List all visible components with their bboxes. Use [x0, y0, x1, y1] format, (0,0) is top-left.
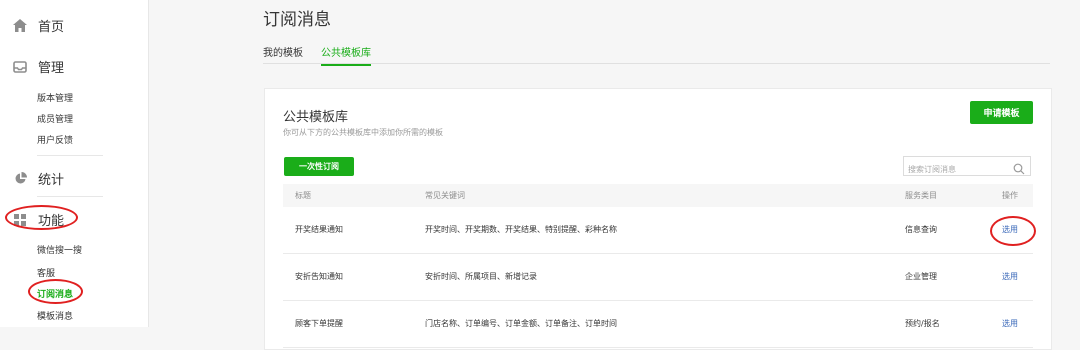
search-box[interactable] — [903, 156, 1031, 179]
header-title: 标题 — [295, 191, 311, 200]
row-keywords: 门店名称、订单编号、订单金额、订单备注、订单时间 — [425, 319, 617, 328]
nav-stats-label: 统计 — [38, 173, 65, 188]
row-title: 安折告知通知 — [295, 272, 343, 281]
annotation-circle-select — [990, 216, 1036, 246]
nav-manage-label: 管理 — [38, 61, 65, 76]
sidebar-divider — [37, 196, 103, 197]
library-card: 公共模板库 你可从下方的公共模板库中添加你所需的模板 申请模板 一次性订阅 标题… — [264, 88, 1052, 350]
pie-chart-icon — [12, 171, 28, 187]
sidebar-item-wechat-search[interactable]: 微信搜一搜 — [37, 243, 82, 256]
select-link[interactable]: 选用 — [1002, 301, 1018, 347]
row-keywords: 开奖时间、开奖期数、开奖结果、特别提醒、彩种名称 — [425, 225, 617, 234]
sidebar-item-feedback[interactable]: 用户反馈 — [37, 133, 73, 146]
row-category: 预约/报名 — [905, 319, 940, 328]
table-row: 安折告知通知 安折时间、所属项目、新增记录 企业管理 选用 — [283, 254, 1033, 301]
nav-home[interactable]: 首页 — [12, 16, 64, 35]
sidebar-item-template-messages[interactable]: 模板消息 — [37, 309, 73, 322]
search-input[interactable] — [904, 160, 1008, 179]
table-row: 顾客下单提醒 门店名称、订单编号、订单金额、订单备注、订单时间 预约/报名 选用 — [283, 301, 1033, 348]
sidebar-item-customer-service[interactable]: 客服 — [37, 266, 55, 279]
table-row: 开奖结果通知 开奖时间、开奖期数、开奖结果、特别提醒、彩种名称 信息查询 选用 — [283, 207, 1033, 254]
inbox-icon — [12, 59, 28, 75]
row-keywords: 安折时间、所属项目、新增记录 — [425, 272, 537, 281]
home-icon — [12, 18, 28, 34]
sidebar-item-members[interactable]: 成员管理 — [37, 112, 73, 125]
annotation-circle-features — [5, 205, 78, 230]
page-title: 订阅消息 — [263, 10, 331, 30]
sidebar-divider — [37, 155, 103, 156]
header-action: 操作 — [1002, 191, 1018, 200]
header-category: 服务类目 — [905, 191, 937, 200]
select-link[interactable]: 选用 — [1002, 254, 1018, 300]
nav-stats[interactable]: 统计 — [12, 169, 64, 188]
sidebar: 首页 管理 版本管理 成员管理 用户反馈 统计 功能 微信搜一搜 客服 订阅消息… — [0, 0, 149, 327]
search-icon[interactable] — [1013, 160, 1025, 179]
apply-template-button[interactable]: 申请模板 — [970, 101, 1033, 124]
tab-divider — [263, 63, 1050, 64]
one-time-subscribe-button[interactable]: 一次性订阅 — [284, 157, 354, 176]
row-category: 信息查询 — [905, 225, 937, 234]
row-category: 企业管理 — [905, 272, 937, 281]
nav-manage[interactable]: 管理 — [12, 57, 64, 76]
card-title: 公共模板库 — [283, 110, 349, 125]
row-title: 顾客下单提醒 — [295, 319, 343, 328]
nav-home-label: 首页 — [38, 20, 65, 35]
header-keywords: 常见关键词 — [425, 191, 465, 200]
table-header: 标题 常见关键词 服务类目 操作 — [283, 184, 1033, 207]
card-subtitle: 你可从下方的公共模板库中添加你所需的模板 — [283, 128, 443, 137]
sidebar-item-version[interactable]: 版本管理 — [37, 91, 73, 104]
annotation-circle-subscribe — [28, 279, 83, 304]
row-title: 开奖结果通知 — [295, 225, 343, 234]
